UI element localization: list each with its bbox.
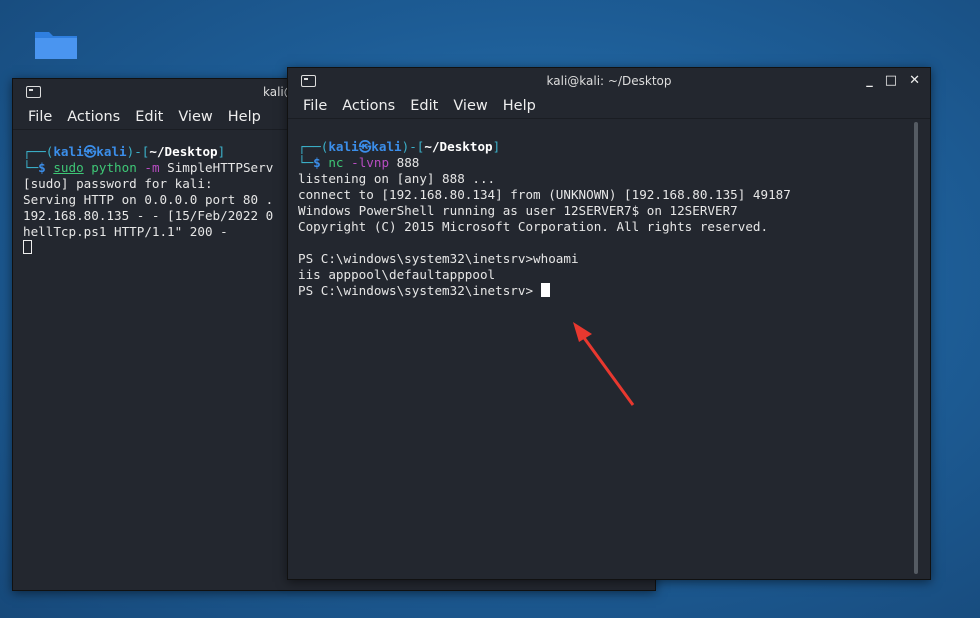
- red-arrow-annotation: [573, 322, 635, 406]
